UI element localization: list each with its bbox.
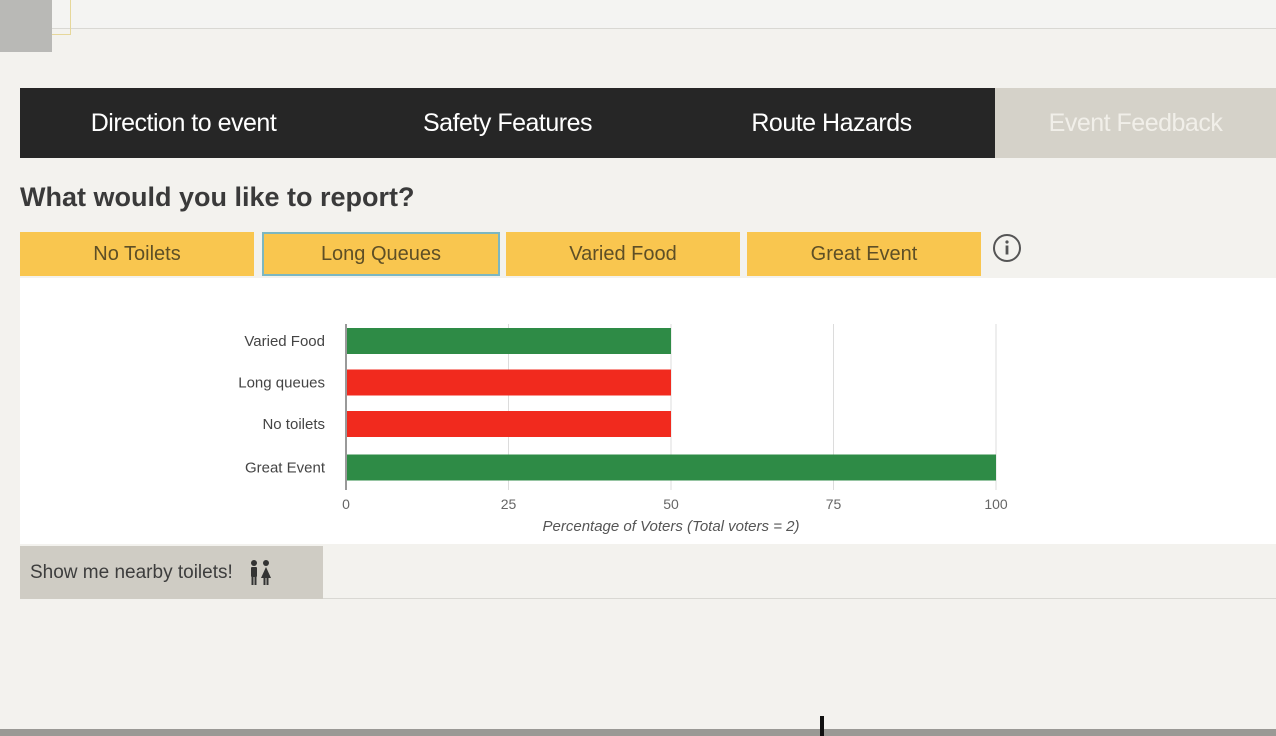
option-no-toilets-button[interactable]: No Toilets <box>20 232 254 276</box>
chart-tick-label: 50 <box>663 496 679 512</box>
show-nearby-toilets-label: Show me nearby toilets! <box>30 561 233 583</box>
tab-event-feedback[interactable]: Event Feedback <box>995 88 1276 158</box>
chart-category-label: Varied Food <box>244 333 325 350</box>
option-great-event-button[interactable]: Great Event <box>747 232 981 276</box>
chart-tick-label: 100 <box>984 496 1008 512</box>
info-icon[interactable] <box>992 233 1022 263</box>
feedback-chart-panel: Varied Food Long queues No toilets Great Ev… <box>20 278 1276 544</box>
option-long-queues-button[interactable]: Long Queues <box>262 232 500 276</box>
chart-tick-label: 25 <box>501 496 517 512</box>
chart-category-label: Great Event <box>245 460 326 477</box>
tab-direction-to-event[interactable]: Direction to event <box>20 88 347 158</box>
chart-x-axis-label: Percentage of Voters (Total voters = 2) <box>543 518 800 535</box>
chart-category-label: No toilets <box>262 416 325 433</box>
toilets-icon <box>250 559 271 585</box>
chart-tick-label: 75 <box>826 496 842 512</box>
bottom-bar <box>0 729 1276 736</box>
section-divider <box>323 598 1276 599</box>
top-header-strip <box>0 0 1276 29</box>
chart-tick-label: 0 <box>342 496 350 512</box>
report-question: What would you like to report? <box>20 182 415 212</box>
chart-bar <box>347 454 996 481</box>
chart-bar <box>347 411 671 437</box>
chart-category-label: Long queues <box>238 375 325 392</box>
top-thumbnail-frame <box>52 0 71 35</box>
chart-bar <box>347 328 671 354</box>
tab-bar: Direction to event Safety Features Route… <box>20 88 1276 158</box>
chart-bar <box>347 369 671 396</box>
top-thumbnail <box>0 0 52 52</box>
feedback-bar-chart: Varied Food Long queues No toilets Great Ev… <box>238 324 1008 535</box>
tab-route-hazards[interactable]: Route Hazards <box>668 88 995 158</box>
tab-safety-features[interactable]: Safety Features <box>347 88 668 158</box>
bottom-marker <box>820 716 824 736</box>
option-varied-food-button[interactable]: Varied Food <box>506 232 740 276</box>
show-nearby-toilets-button[interactable]: Show me nearby toilets! <box>20 546 323 599</box>
